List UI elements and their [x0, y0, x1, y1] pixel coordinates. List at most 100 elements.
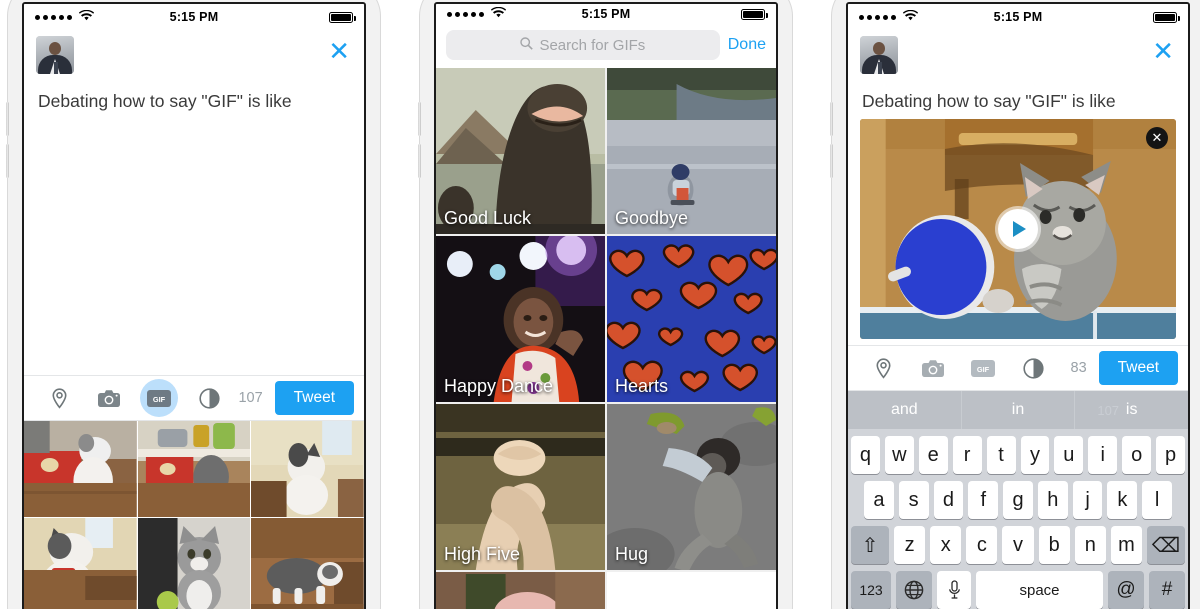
tweet-button[interactable]: Tweet: [274, 381, 354, 415]
search-placeholder: Search for GIFs: [539, 36, 646, 54]
gif-category-good-luck[interactable]: Good Luck: [436, 68, 605, 234]
close-icon[interactable]: ✕: [328, 36, 352, 64]
gif-result-item[interactable]: [24, 518, 137, 609]
key-k[interactable]: k: [1107, 481, 1138, 519]
phone-2: 5:15 PM Search for GIFs Done Good Luck G…: [418, 0, 792, 609]
location-icon[interactable]: [858, 345, 908, 391]
gif-category-goodbye[interactable]: Goodbye: [607, 68, 776, 234]
volume-down-button[interactable]: [418, 144, 421, 178]
category-label: High Five: [444, 544, 521, 564]
shift-key[interactable]: ⇧: [851, 526, 889, 564]
poll-icon[interactable]: [184, 375, 234, 421]
key-p[interactable]: p: [1156, 436, 1186, 474]
volume-up-button[interactable]: [418, 102, 421, 136]
volume-up-button[interactable]: [6, 102, 9, 136]
gif-result-item[interactable]: [137, 518, 251, 609]
key-u[interactable]: u: [1054, 436, 1084, 474]
globe-icon[interactable]: [896, 571, 932, 609]
volume-up-button[interactable]: [830, 102, 833, 136]
space-key[interactable]: space: [976, 571, 1103, 609]
prediction-3[interactable]: 107 is: [1074, 391, 1188, 429]
key-o[interactable]: o: [1122, 436, 1152, 474]
gif-result-item[interactable]: [251, 518, 364, 609]
gif-result-item[interactable]: [24, 421, 137, 517]
prediction-2[interactable]: in: [960, 391, 1075, 429]
volume-down-button[interactable]: [6, 144, 9, 178]
status-battery: [329, 11, 356, 23]
at-key[interactable]: @: [1108, 571, 1144, 609]
gif-result-item[interactable]: [137, 421, 251, 517]
key-c[interactable]: c: [966, 526, 998, 564]
key-g[interactable]: g: [1003, 481, 1033, 519]
key-h[interactable]: h: [1037, 481, 1068, 519]
predictive-bar: and in 107 is: [848, 391, 1188, 429]
svg-text:GIF: GIF: [977, 364, 990, 373]
key-f[interactable]: f: [968, 481, 999, 519]
keyboard-row-2: a s d f g h j k l: [848, 481, 1188, 519]
close-icon[interactable]: ✕: [1152, 36, 1176, 64]
compose-empty-area[interactable]: [24, 112, 364, 375]
category-label: Good Luck: [444, 208, 532, 228]
compose-toolbar: GIF 107 Tweet: [24, 375, 364, 421]
prediction-1[interactable]: and: [848, 391, 961, 429]
key-x[interactable]: x: [930, 526, 962, 564]
status-time: 5:15 PM: [993, 10, 1043, 24]
location-icon[interactable]: [34, 375, 84, 421]
category-label: Happy Dance: [444, 376, 554, 396]
key-n[interactable]: n: [1074, 526, 1106, 564]
key-m[interactable]: m: [1110, 526, 1142, 564]
search-icon: [520, 36, 534, 54]
done-button[interactable]: Done: [728, 36, 766, 54]
tweet-compose-text[interactable]: Debating how to say "GIF" is like: [848, 74, 1188, 113]
key-b[interactable]: b: [1038, 526, 1070, 564]
search-input[interactable]: Search for GIFs: [446, 30, 720, 60]
key-e[interactable]: e: [918, 436, 948, 474]
compose-header: ✕: [848, 30, 1188, 74]
avatar[interactable]: [860, 36, 898, 74]
prediction-3-label: is: [1125, 401, 1138, 418]
gif-search-bar: Search for GIFs Done: [436, 24, 776, 68]
camera-icon[interactable]: [84, 375, 134, 421]
key-w[interactable]: w: [884, 436, 914, 474]
numbers-key[interactable]: 123: [851, 571, 891, 609]
key-s[interactable]: s: [898, 481, 929, 519]
avatar[interactable]: [36, 36, 74, 74]
tweet-compose-text[interactable]: Debating how to say "GIF" is like: [24, 74, 364, 113]
key-j[interactable]: j: [1072, 481, 1103, 519]
compose-toolbar: GIF 83 Tweet: [848, 345, 1188, 391]
key-a[interactable]: a: [863, 481, 894, 519]
poll-icon[interactable]: [1008, 345, 1058, 391]
key-r[interactable]: r: [952, 436, 982, 474]
key-v[interactable]: v: [1002, 526, 1034, 564]
svg-text:GIF: GIF: [153, 394, 166, 403]
volume-down-button[interactable]: [830, 144, 833, 178]
key-z[interactable]: z: [894, 526, 926, 564]
gif-icon[interactable]: GIF: [958, 345, 1008, 391]
backspace-key[interactable]: ⌫: [1146, 526, 1185, 564]
key-d[interactable]: d: [933, 481, 964, 519]
gif-category-high-five[interactable]: High Five: [436, 404, 605, 570]
mic-icon[interactable]: [937, 571, 971, 609]
key-q[interactable]: q: [850, 436, 880, 474]
key-l[interactable]: l: [1142, 481, 1173, 519]
gif-category-partial[interactable]: [436, 572, 605, 609]
tweet-button[interactable]: Tweet: [1098, 351, 1178, 385]
gif-result-item[interactable]: [251, 421, 364, 517]
camera-icon[interactable]: [908, 345, 958, 391]
character-count: 83: [1070, 360, 1087, 376]
gif-icon[interactable]: GIF: [134, 375, 184, 421]
gif-category-happy-dance[interactable]: Happy Dance: [436, 236, 605, 402]
gif-results-grid: [24, 421, 364, 609]
screenshot-stage: 5:15 PM ✕ Debating how to say "GIF" is l…: [0, 0, 1200, 609]
hash-key[interactable]: #: [1149, 571, 1185, 609]
key-y[interactable]: y: [1020, 436, 1050, 474]
attached-gif[interactable]: ✕: [860, 118, 1176, 339]
gif-category-hearts[interactable]: Hearts: [607, 236, 776, 402]
remove-attachment-icon[interactable]: ✕: [1146, 126, 1168, 149]
battery-full-icon: [1153, 11, 1180, 23]
key-i[interactable]: i: [1088, 436, 1118, 474]
gif-category-hug[interactable]: Hug: [607, 404, 776, 570]
play-icon[interactable]: [998, 208, 1038, 249]
status-battery: [1153, 11, 1180, 23]
key-t[interactable]: t: [986, 436, 1016, 474]
